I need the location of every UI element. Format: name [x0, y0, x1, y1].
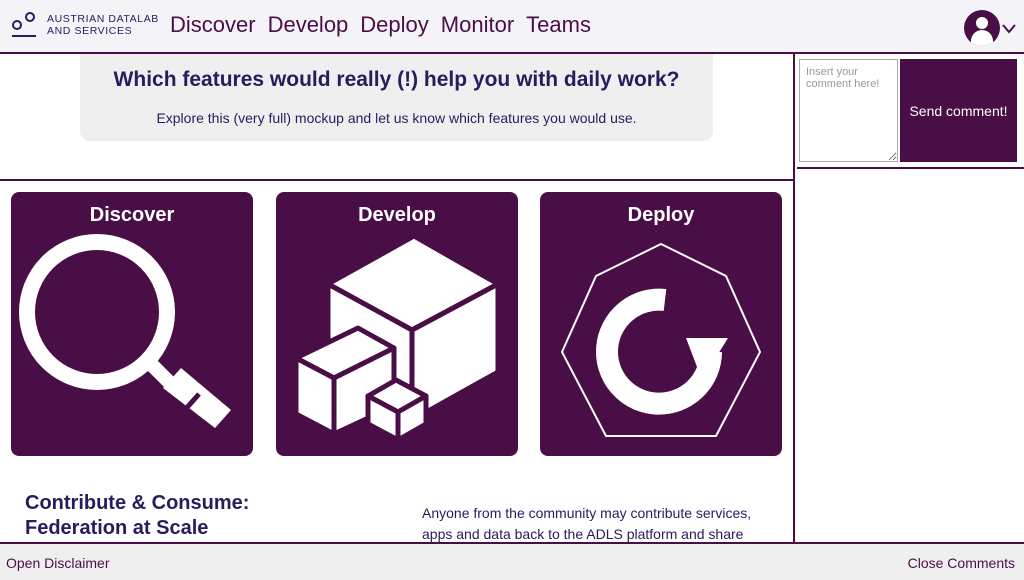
- logo-line-2: AND SERVICES: [47, 25, 133, 37]
- main-content: Which features would really (!) help you…: [0, 54, 795, 542]
- user-avatar-icon[interactable]: [964, 10, 1000, 46]
- close-comments-link[interactable]: Close Comments: [908, 555, 1015, 571]
- nav-discover[interactable]: Discover: [170, 12, 256, 38]
- cubes-icon: [293, 233, 501, 443]
- send-comment-button[interactable]: Send comment!: [900, 59, 1017, 162]
- comments-divider: [797, 167, 1024, 169]
- main-nav: Discover Develop Deploy Monitor Teams: [170, 12, 591, 38]
- deploy-card[interactable]: Deploy: [540, 192, 782, 456]
- develop-card[interactable]: Develop: [276, 192, 518, 456]
- logo-mark-icon: [11, 10, 37, 40]
- discover-card[interactable]: Discover: [11, 192, 253, 456]
- banner-subtitle: Explore this (very full) mockup and let …: [156, 110, 637, 126]
- nav-teams[interactable]: Teams: [526, 12, 591, 38]
- adls-logo[interactable]: AUSTRIAN DATALAB AND SERVICES: [11, 10, 159, 40]
- banner-title: Which features would really (!) help you…: [113, 68, 680, 91]
- contribute-text: Anyone from the community may contribute…: [422, 505, 752, 542]
- feedback-banner: Which features would really (!) help you…: [80, 54, 713, 141]
- comments-panel: Send comment!: [797, 54, 1024, 542]
- top-navbar: AUSTRIAN DATALAB AND SERVICES Discover D…: [0, 0, 1024, 54]
- nav-monitor[interactable]: Monitor: [441, 12, 514, 38]
- magnifier-icon: [19, 234, 231, 428]
- user-menu[interactable]: [964, 10, 1016, 46]
- comment-input[interactable]: [799, 59, 898, 162]
- nav-deploy[interactable]: Deploy: [360, 12, 428, 38]
- chevron-down-icon[interactable]: [1002, 21, 1016, 35]
- logo-line-1: AUSTRIAN DATALAB: [47, 13, 159, 25]
- open-disclaimer-link[interactable]: Open Disclaimer: [6, 555, 109, 571]
- logo-text: AUSTRIAN DATALAB AND SERVICES: [47, 13, 159, 37]
- deploy-cycle-icon: [560, 242, 762, 437]
- footer-bar: Open Disclaimer Close Comments: [0, 542, 1024, 580]
- section-divider: [0, 179, 793, 181]
- nav-develop[interactable]: Develop: [268, 12, 349, 38]
- contribute-title: Contribute & Consume: Federation at Scal…: [25, 492, 250, 539]
